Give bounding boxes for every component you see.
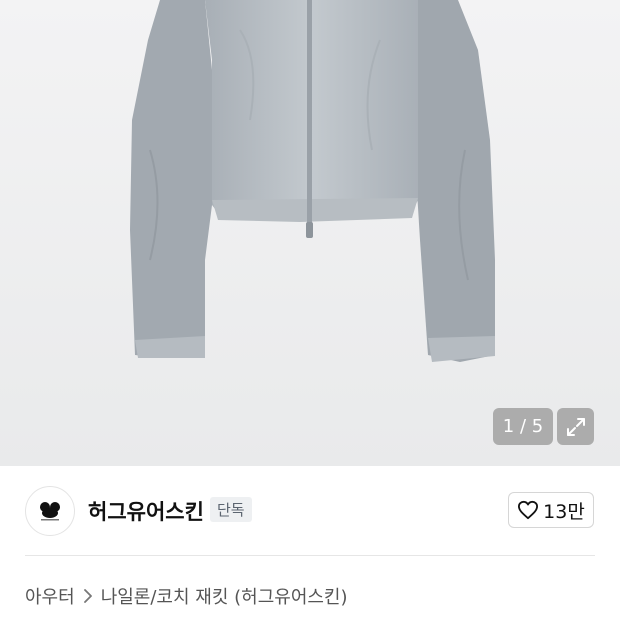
divider [25, 555, 595, 556]
heart-outline-icon [518, 500, 539, 520]
image-page-counter: 1 / 5 [493, 408, 553, 445]
brand-name[interactable]: 허그유어스킨 [88, 496, 204, 526]
expand-image-button[interactable] [557, 408, 594, 445]
brand-row: 허그유어스킨 단독 13만 [0, 466, 620, 556]
expand-arrows-icon [566, 417, 585, 436]
chevron-right-icon [83, 589, 92, 603]
like-count: 13만 [543, 500, 585, 523]
like-button[interactable]: 13만 [508, 492, 594, 528]
breadcrumb: 아우터 나일론/코치 재킷 (허그유어스킨) [25, 583, 348, 609]
product-photo-jacket [130, 0, 495, 362]
product-image-gallery[interactable]: 1 / 5 [0, 0, 620, 466]
breadcrumb-item-subcategory[interactable]: 나일론/코치 재킷 (허그유어스킨) [101, 583, 348, 609]
brand-logo-icon [40, 502, 60, 521]
image-page-counter-text: 1 / 5 [502, 416, 544, 437]
brand-logo[interactable] [25, 486, 75, 536]
exclusive-badge: 단독 [210, 497, 252, 522]
breadcrumb-item-category[interactable]: 아우터 [25, 583, 75, 609]
